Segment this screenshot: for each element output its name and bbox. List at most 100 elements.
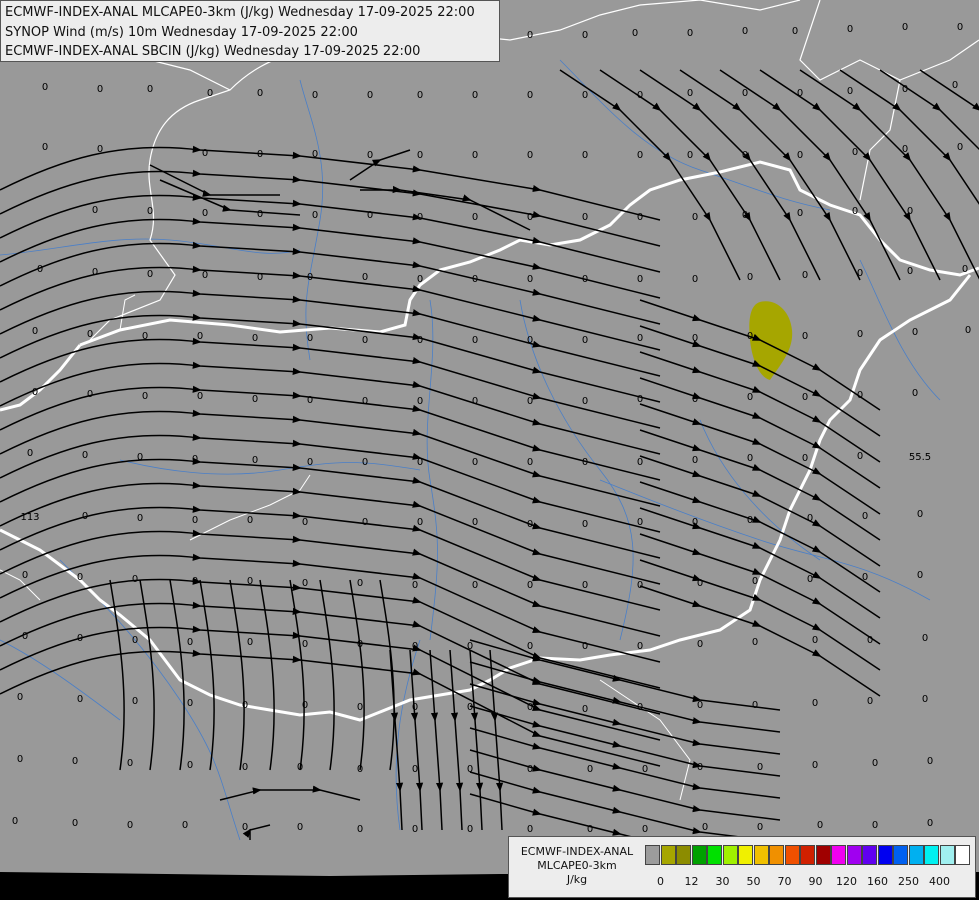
grid-value-label: 0 [797,88,803,99]
grid-value-label: 0 [752,700,758,711]
grid-value-label: 0 [927,756,933,767]
grid-value-label: 0 [802,270,808,281]
grid-value-label: 0 [417,335,423,346]
grid-value-label: 0 [757,762,763,773]
grid-value-label: 0 [872,820,878,831]
legend-tick-label: 0 [657,875,664,888]
grid-value-label: 0 [412,702,418,713]
legend-swatch [893,845,908,865]
grid-value-label: 0 [687,88,693,99]
grid-value-label: 0 [417,212,423,223]
weather-map: 0 0 0 0 0 0 0 0 0 0 0 0 0 0 0 0 0 0 0 0 0 0 0 0 0 0 0 0 0 0 0 0 0 0 0 0 0 0 0 0… [0,0,979,900]
grid-value-label: 0 [902,22,908,33]
grid-value-label: 0 [77,633,83,644]
grid-value-label: 0 [367,210,373,221]
grid-value-label: 0 [312,210,318,221]
grid-value-label: 0 [242,700,248,711]
grid-value-label: 0 [417,396,423,407]
grid-value-label: 0 [862,511,868,522]
grid-value-label: 0 [207,88,213,99]
grid-value-label: 0 [697,578,703,589]
legend-swatch [831,845,846,865]
grid-value-label: 0 [147,269,153,280]
grid-value-label: 0 [817,820,823,831]
grid-value-label: 0 [957,142,963,153]
grid-value-label: 0 [902,144,908,155]
grid-value-label: 0 [847,24,853,35]
header-line-wind: SYNOP Wind (m/s) 10m Wednesday 17-09-202… [5,24,358,40]
grid-value-label: 0 [127,820,133,831]
grid-value-label: 0 [417,457,423,468]
grid-value-label: 0 [82,450,88,461]
grid-value-label: 0 [187,637,193,648]
grid-value-label: 0 [362,517,368,528]
grid-value-label: 0 [852,206,858,217]
legend-swatch [908,845,924,865]
grid-value-label: 0 [302,639,308,650]
grid-value-label: 0 [807,513,813,524]
grid-value-label: 0 [72,756,78,767]
grid-value-label: 0 [77,694,83,705]
grid-value-label: 0 [582,274,588,285]
grid-value-label: 0 [302,700,308,711]
legend-swatch [738,845,753,865]
legend-swatch [676,845,691,865]
grid-value-label: 0 [182,820,188,831]
grid-value-label: 0 [807,574,813,585]
grid-value-label: 0 [917,570,923,581]
legend-swatch [645,845,660,865]
grid-value-label: 0 [582,212,588,223]
grid-value-label: 0 [92,267,98,278]
grid-value-label: 0 [42,142,48,153]
grid-value-label: 0 [922,694,928,705]
legend-tick-label: 70 [777,875,792,888]
grid-value-label: 0 [742,150,748,161]
legend-swatch [955,845,970,865]
grid-value-label: 0 [802,331,808,342]
grid-value-label: 0 [637,580,643,591]
grid-value-label: 0 [527,824,533,835]
legend-tick-label: 160 [867,875,888,888]
grid-value-label: 0 [357,578,363,589]
grid-value-label: 0 [22,631,28,642]
grid-value-label: 0 [687,28,693,39]
grid-value-label: 0 [867,696,873,707]
grid-value-label: 0 [92,205,98,216]
legend-tick-label: 50 [746,875,761,888]
grid-value-label: 0 [412,764,418,775]
legend-swatch [815,845,831,865]
grid-value-label: 0 [527,150,533,161]
grid-value-label: 0 [747,331,753,342]
grid-value-label: 0 [637,394,643,405]
grid-value-label: 0 [97,144,103,155]
grid-value-label: 0 [527,457,533,468]
grid-value-label: 0 [527,764,533,775]
grid-value-label: 0 [965,325,971,336]
grid-value-label: 0 [527,274,533,285]
special-value-label: 113 [20,512,39,523]
grid-value-label: 0 [252,333,258,344]
grid-value-label: 0 [132,635,138,646]
grid-value-label: 0 [242,762,248,773]
grid-value-label: 0 [527,335,533,346]
grid-value-label: 0 [697,762,703,773]
grid-value-label: 0 [357,639,363,650]
grid-value-label: 0 [362,272,368,283]
grid-value-label: 0 [692,212,698,223]
grid-value-label: 0 [527,90,533,101]
grid-value-label: 0 [637,333,643,344]
grid-value-label: 0 [582,641,588,652]
legend-tick-label: 30 [715,875,730,888]
grid-value-label: 0 [192,515,198,526]
grid-value-label: 0 [307,272,313,283]
legend-swatch [722,845,738,865]
grid-value-label: 0 [312,90,318,101]
grid-value-label: 0 [472,457,478,468]
grid-value-label: 0 [37,264,43,275]
grid-value-label: 0 [32,326,38,337]
grid-value-label: 0 [257,88,263,99]
grid-value-label: 0 [862,572,868,583]
grid-value-label: 0 [857,268,863,279]
grid-value-label: 0 [812,698,818,709]
grid-value-label: 0 [147,84,153,95]
